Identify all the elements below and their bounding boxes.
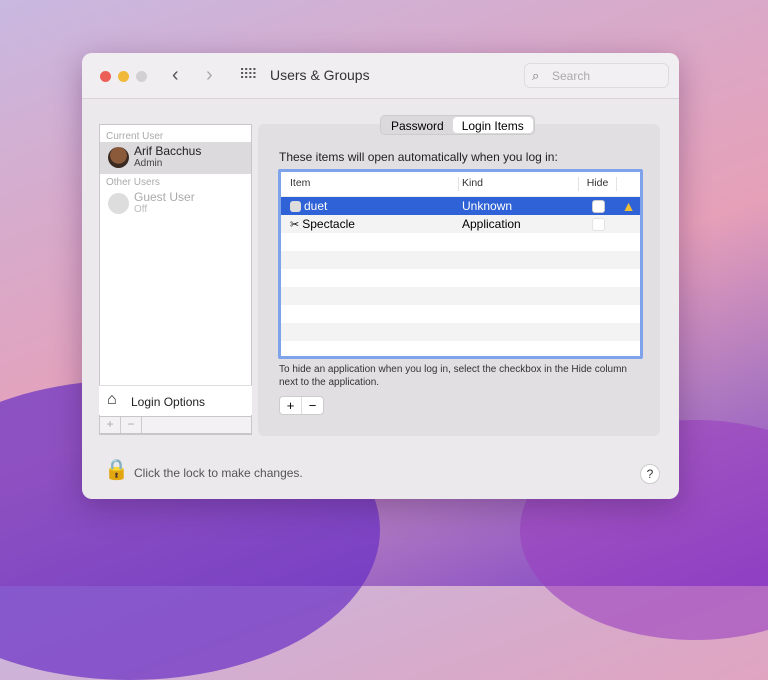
user-row-current[interactable]: Arif Bacchus Admin	[100, 142, 251, 174]
item-kind: Application	[462, 217, 521, 231]
user-name: Arif Bacchus	[134, 144, 202, 158]
warning-icon: ▲	[621, 198, 636, 214]
house-icon: ⌂	[107, 391, 117, 408]
search-input[interactable]: ⌕ Search	[524, 63, 669, 88]
user-role: Off	[134, 204, 148, 215]
window-title: Users & Groups	[270, 67, 370, 83]
lock-text: Click the lock to make changes.	[134, 466, 303, 480]
close-button[interactable]	[100, 71, 111, 82]
item-name: duet	[304, 199, 328, 213]
login-options-button[interactable]: ⌂ Login Options	[99, 385, 252, 415]
column-kind[interactable]: Kind	[459, 177, 579, 191]
column-item[interactable]: Item	[281, 177, 459, 191]
file-icon	[290, 201, 301, 213]
login-items-add-remove: + −	[279, 396, 324, 415]
other-users-label: Other Users	[106, 177, 160, 188]
avatar	[108, 147, 129, 168]
users-add-remove-bar: + −	[99, 416, 252, 434]
user-role: Admin	[134, 158, 163, 169]
guest-avatar	[108, 193, 129, 214]
forward-chevron-icon[interactable]: ›	[206, 64, 213, 87]
table-header: Item Kind Hide	[281, 172, 640, 197]
zoom-button[interactable]	[136, 71, 147, 82]
tab-password[interactable]: Password	[382, 117, 453, 133]
table-row[interactable]: ✂ Spectacle Application	[281, 215, 640, 233]
hide-checkbox[interactable]	[591, 200, 605, 214]
app-icon: ✂	[290, 219, 300, 231]
tab-bar: Password Login Items	[380, 115, 535, 135]
users-groups-window: ‹ › ⠿⠿ Users & Groups ⌕ Search Current Us…	[82, 53, 679, 499]
user-row-guest[interactable]: Guest User Off	[100, 188, 251, 220]
item-name: Spectacle	[302, 217, 355, 231]
column-hide[interactable]: Hide	[579, 177, 617, 191]
help-button[interactable]: ?	[640, 464, 660, 484]
tab-login-items[interactable]: Login Items	[452, 117, 533, 133]
table-row[interactable]: duet Unknown ▲	[281, 197, 640, 215]
title-bar: ‹ › ⠿⠿ Users & Groups ⌕ Search	[82, 53, 679, 99]
search-icon: ⌕	[532, 68, 540, 83]
add-user-button[interactable]: +	[100, 417, 121, 433]
hide-checkbox[interactable]	[591, 218, 605, 232]
hide-hint-text: To hide an application when you log in, …	[279, 364, 627, 388]
login-items-table: Item Kind Hide duet Unknown ▲ ✂ Spectacle…	[278, 169, 643, 359]
login-options-label: Login Options	[131, 395, 206, 409]
grid-icon[interactable]: ⠿⠿	[239, 66, 257, 83]
search-placeholder: Search	[552, 69, 591, 83]
lock-icon[interactable]: 🔒	[104, 457, 129, 482]
minimize-button[interactable]	[118, 71, 129, 82]
remove-item-button[interactable]: −	[302, 397, 323, 414]
back-chevron-icon[interactable]: ‹	[172, 64, 179, 87]
user-name: Guest User	[134, 190, 195, 204]
current-user-label: Current User	[106, 131, 164, 142]
login-items-description: These items will open automatically when…	[279, 150, 558, 164]
add-item-button[interactable]: +	[280, 397, 302, 414]
remove-user-button[interactable]: −	[121, 417, 142, 433]
item-kind: Unknown	[462, 199, 513, 213]
